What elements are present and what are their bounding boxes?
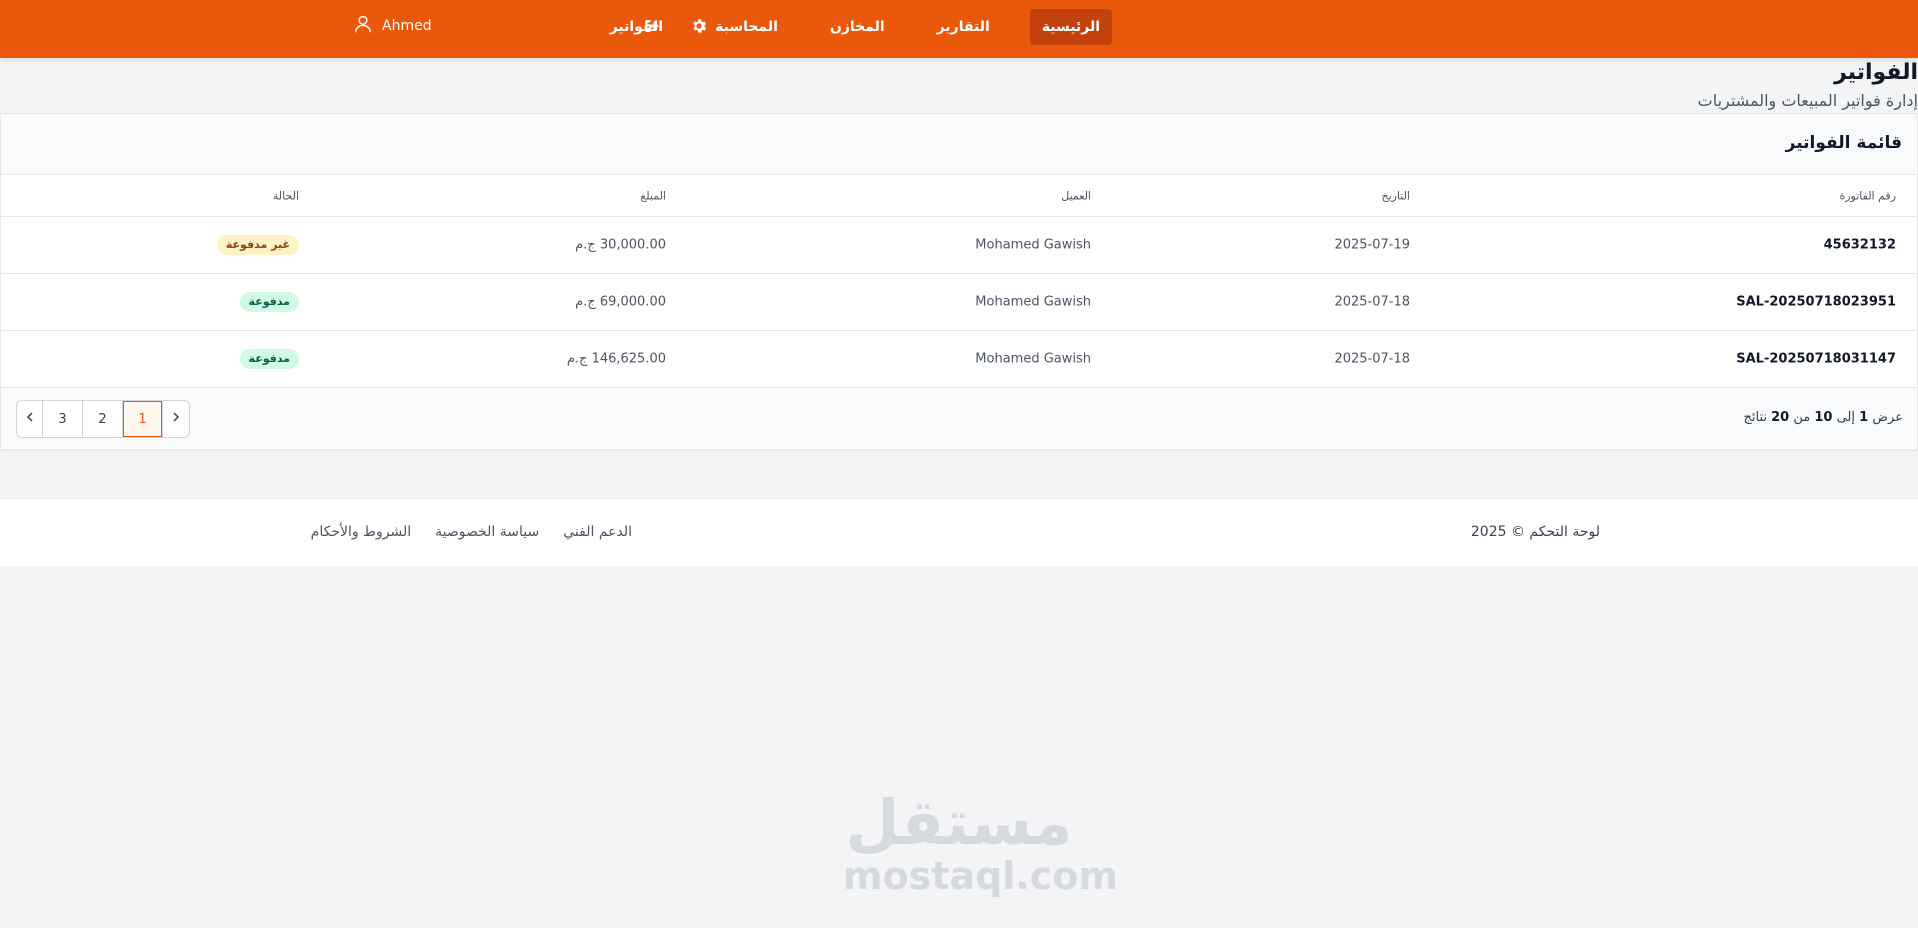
- watermark: مستقل mostaql.com: [843, 786, 1119, 898]
- invoice-amount: 30,000.00 ج.م: [575, 237, 666, 253]
- nav-invoices[interactable]: الفواتير: [598, 9, 675, 45]
- prev-page-button[interactable]: [163, 401, 189, 437]
- col-customer: العميل: [1061, 189, 1091, 202]
- invoice-date: 2025-07-18: [1334, 351, 1410, 367]
- watermark-latin: mostaql.com: [843, 854, 1119, 898]
- card-header: قائمة الفواتير: [1, 114, 1917, 175]
- invoice-date: 2025-07-19: [1334, 237, 1410, 253]
- chevron-right-icon: [170, 411, 182, 427]
- invoice-amount: 146,625.00 ج.م: [566, 351, 666, 367]
- table-header: رقم الفاتورة التاريخ العميل المبلغ الحال…: [1, 175, 1917, 217]
- pagination-bar: عرض 1 إلى 10 من 20 نتائج 3 2 1: [1, 388, 1917, 448]
- results-to-word: إلى: [1836, 410, 1856, 425]
- invoices-card: قائمة الفواتير رقم الفاتورة التاريخ العم…: [0, 113, 1918, 450]
- main-nav: الرئيسية التقارير المخازن المحاسبة الفوا…: [598, 9, 1112, 45]
- page-title: الفواتير: [1834, 60, 1918, 85]
- results-total: 20: [1771, 410, 1790, 425]
- invoice-date: 2025-07-18: [1334, 294, 1410, 310]
- nav-home[interactable]: الرئيسية: [1029, 9, 1112, 45]
- page-footer: لوحة التحكم © 2025 الشروط والأحكام سياسة…: [0, 498, 1918, 566]
- watermark-arabic: مستقل: [845, 786, 1073, 859]
- results-from: 1: [1859, 410, 1869, 425]
- col-amount: المبلغ: [640, 189, 666, 202]
- chevron-left-icon: [24, 411, 36, 427]
- invoice-number[interactable]: SAL-20250718023951: [1736, 295, 1896, 310]
- status-badge: مدفوعة: [239, 349, 299, 369]
- table-row[interactable]: SAL-20250718023951 2025-07-18 Mohamed Ga…: [1, 274, 1917, 331]
- invoice-number[interactable]: 45632132: [1824, 238, 1896, 253]
- invoice-number[interactable]: SAL-20250718031147: [1736, 352, 1896, 367]
- page-subtitle: إدارة فواتير المبيعات والمشتريات: [1697, 91, 1918, 110]
- page-1-button[interactable]: 1: [123, 401, 163, 437]
- status-badge: غير مدفوعة: [216, 235, 299, 255]
- page-2-button[interactable]: 2: [83, 401, 123, 437]
- results-summary: عرض 1 إلى 10 من 20 نتائج: [1743, 410, 1903, 425]
- footer-links: الشروط والأحكام سياسة الخصوصية الدعم الف…: [311, 524, 632, 540]
- nav-reports[interactable]: التقارير: [925, 9, 1002, 45]
- status-cell: مدفوعة: [239, 349, 299, 369]
- top-navbar: Ahmed الرئيسية التقارير المخازن المحاسبة…: [0, 0, 1918, 58]
- terms-link[interactable]: الشروط والأحكام: [311, 524, 411, 540]
- support-link[interactable]: الدعم الفني: [563, 524, 632, 540]
- nav-warehouses[interactable]: المخازن: [818, 9, 897, 45]
- results-suffix: نتائج: [1743, 410, 1767, 425]
- status-badge: مدفوعة: [239, 292, 299, 312]
- nav-accounting[interactable]: المحاسبة: [703, 9, 790, 45]
- user-menu[interactable]: Ahmed: [352, 14, 432, 38]
- results-prefix: عرض: [1872, 410, 1903, 425]
- invoice-amount: 69,000.00 ج.م: [575, 294, 666, 310]
- card-title: قائمة الفواتير: [1785, 133, 1902, 153]
- next-page-button[interactable]: [17, 401, 43, 437]
- status-cell: غير مدفوعة: [216, 235, 299, 255]
- col-date: التاريخ: [1381, 189, 1410, 202]
- privacy-link[interactable]: سياسة الخصوصية: [435, 524, 539, 540]
- results-of-word: من: [1793, 410, 1811, 425]
- table-row[interactable]: 45632132 2025-07-19 Mohamed Gawish 30,00…: [1, 217, 1917, 274]
- invoice-customer: Mohamed Gawish: [975, 351, 1091, 367]
- user-name: Ahmed: [382, 18, 432, 34]
- status-cell: مدفوعة: [239, 292, 299, 312]
- invoice-customer: Mohamed Gawish: [975, 294, 1091, 310]
- table-row[interactable]: SAL-20250718031147 2025-07-18 Mohamed Ga…: [1, 331, 1917, 388]
- page-3-button[interactable]: 3: [43, 401, 83, 437]
- user-icon: [352, 13, 374, 39]
- col-status: الحالة: [272, 189, 299, 202]
- pagination: 3 2 1: [16, 400, 190, 438]
- copyright: لوحة التحكم © 2025: [1470, 524, 1600, 540]
- col-invoice-number: رقم الفاتورة: [1839, 189, 1896, 202]
- results-to: 10: [1814, 410, 1833, 425]
- invoice-customer: Mohamed Gawish: [975, 237, 1091, 253]
